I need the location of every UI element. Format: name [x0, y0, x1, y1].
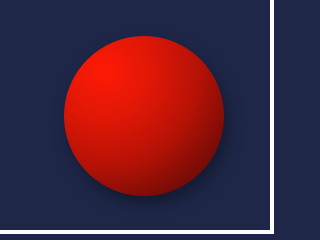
scene-background	[0, 0, 274, 234]
right-edge-border	[270, 0, 274, 234]
red-ball	[64, 36, 224, 196]
bottom-edge-border	[0, 230, 274, 234]
